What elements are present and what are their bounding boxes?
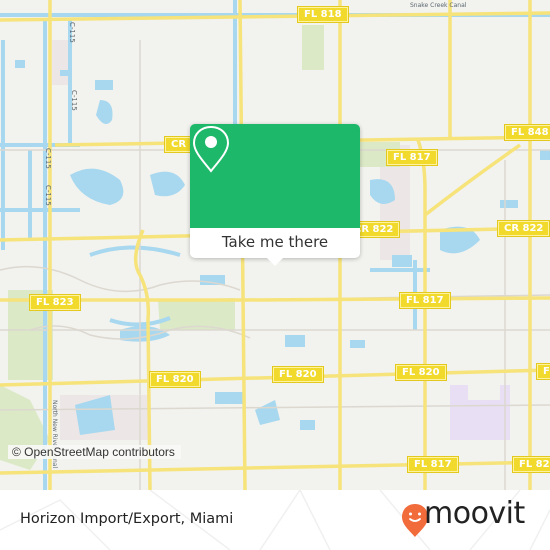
road-label-fl-823: FL 823 — [30, 295, 80, 310]
canal-label-snake-creek: Snake Creek Canal — [410, 2, 467, 9]
road-label-fl-817: FL 817 — [387, 150, 437, 165]
road-label-fl-817: FL 817 — [400, 293, 450, 308]
map-attribution[interactable]: © OpenStreetMap contributors — [8, 445, 181, 459]
location-popup: Take me there — [190, 124, 360, 266]
map-view[interactable]: CR 822 FL 818 FL 818 FL 848 FL 817 CR 82… — [0, 0, 550, 490]
road-label-cr-822: CR 822 — [498, 221, 550, 236]
road-label-fl-817: FL 817 — [408, 457, 458, 472]
park-area — [302, 25, 324, 70]
take-me-there-button[interactable]: Take me there — [190, 228, 360, 258]
road-label-fl-848: FL 848 — [505, 125, 550, 140]
place-title: Horizon Import/Export, Miami — [20, 511, 234, 527]
canal-label-c115: C-115 — [70, 90, 78, 111]
road-label-fl-818: FL 818 — [298, 7, 348, 22]
popup-pointer — [267, 258, 283, 266]
road-label-fl-820: FL 820 — [150, 372, 200, 387]
road-label-fl-820: FL 820 — [396, 365, 446, 380]
moovit-brand-logo[interactable]: moovit — [424, 496, 525, 531]
canal-label-c115: C-115 — [44, 185, 52, 206]
popup-header — [190, 124, 360, 228]
road-label-fl-820: FL 820 — [537, 364, 550, 379]
map-pin-icon — [192, 125, 230, 173]
golf-course — [158, 298, 235, 330]
airfield-area — [450, 385, 510, 440]
road-label-fl-820: FL 820 — [273, 367, 323, 382]
canal-label-c115: C-115 — [68, 22, 76, 43]
canal-label-c115: C-115 — [44, 148, 52, 169]
road-label-fl-824: FL 824 — [513, 457, 550, 472]
